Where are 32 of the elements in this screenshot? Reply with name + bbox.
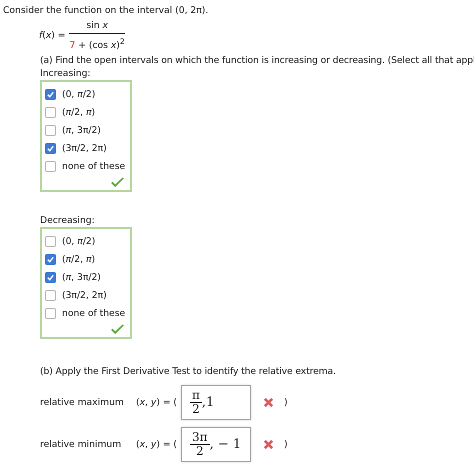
checkbox[interactable]: [45, 236, 56, 247]
checkbox[interactable]: [45, 254, 56, 265]
answer-label: relative minimum: [40, 438, 122, 452]
option-label: (π, 3π/2): [62, 270, 101, 284]
function-name: f(x) =: [39, 29, 66, 42]
option-label: (π/2, π): [62, 252, 96, 266]
option-label: (π/2, π): [62, 106, 96, 119]
checkbox[interactable]: [45, 290, 56, 301]
option-label: (π, 3π/2): [62, 124, 101, 137]
question-text: (b) Apply the First Derivative Test to identify the relative extrema.: [40, 365, 337, 378]
checkbox[interactable]: [45, 106, 56, 118]
option-label: none of these: [62, 306, 126, 320]
option-label: none of these: [62, 160, 126, 173]
option-label: (0, π/2): [62, 234, 96, 248]
checkbox[interactable]: [45, 142, 56, 154]
fraction: sin x 7 + (cos x)$^{2}$: [69, 19, 125, 52]
checkbox[interactable]: [45, 124, 56, 136]
option-label: (3π/2, 2π): [62, 288, 107, 302]
checkbox[interactable]: [45, 160, 56, 172]
checkbox[interactable]: [45, 272, 56, 283]
coordinate-label: (x, y) = (: [136, 438, 178, 452]
option-label: (3π/2, 2π): [62, 142, 107, 155]
problem-statement: Consider the function on the interval (0, 2π).: [3, 4, 210, 17]
checkbox[interactable]: [45, 308, 56, 319]
closing-paren: ): [284, 438, 288, 452]
option-label: (0, π/2): [62, 88, 96, 101]
closing-paren: ): [284, 396, 288, 410]
group-label: Decreasing:: [40, 214, 96, 228]
group-label: Increasing:: [40, 67, 92, 80]
answer-label: relative maximum: [40, 396, 125, 410]
checkbox[interactable]: [45, 88, 56, 100]
coordinate-label: (x, y) = (: [136, 396, 178, 410]
